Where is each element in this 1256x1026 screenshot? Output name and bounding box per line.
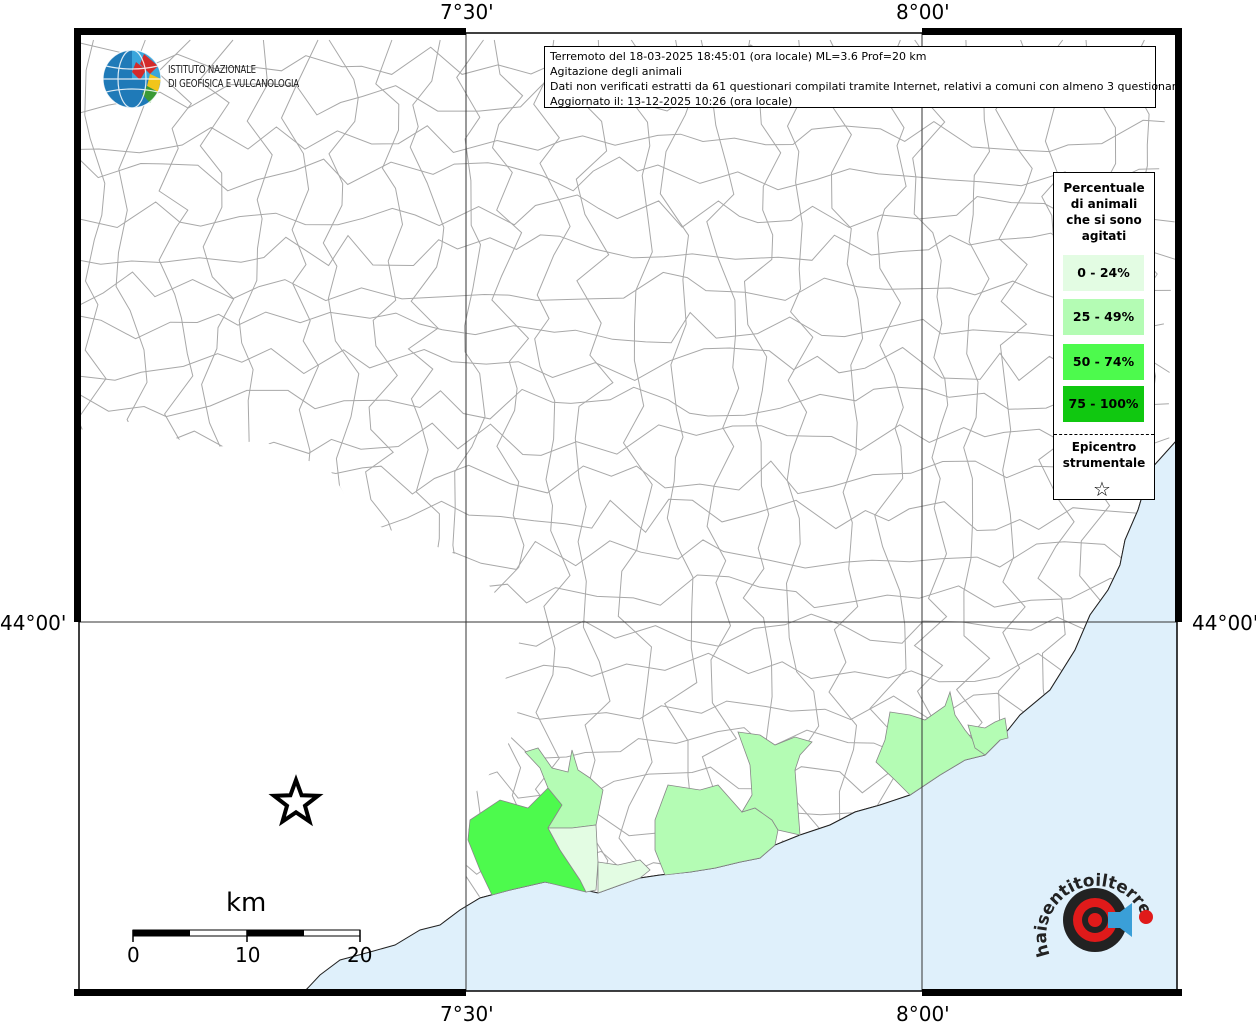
map-subject: Agitazione degli animali: [550, 65, 683, 78]
event-info-box: Terremoto del 18-03-2025 18:45:01 (ora l…: [544, 46, 1183, 108]
legend-class-0: 0 - 24%: [1063, 255, 1144, 291]
ingv-name-line2: DI GEOFISICA E VULCANOLOGIA: [168, 78, 299, 90]
legend-class-1: 25 - 49%: [1063, 299, 1144, 335]
update-date: Aggiornato il: 13-12-2025 10:26 (ora loc…: [550, 95, 793, 108]
lon-label-bottom-1: 7°30': [440, 1002, 494, 1026]
scale-tick-10: 10: [235, 943, 261, 967]
legend-title: Percentuale di animali che si sono agita…: [1054, 180, 1154, 244]
scale-tick-0: 0: [127, 943, 140, 967]
legend-title-line: Percentuale: [1063, 181, 1145, 195]
ingv-name-line1: ISTITUTO NAZIONALE: [168, 64, 256, 76]
hst-logo: haisentitoilterremoto.it: [1011, 840, 1170, 985]
legend-class-3: 75 - 100%: [1063, 386, 1144, 422]
legend-star-icon: ☆: [1093, 477, 1111, 501]
legend-title-line: agitati: [1081, 229, 1127, 243]
legend: Percentuale di animali che si sono agita…: [1053, 172, 1155, 500]
scale-tick-20: 20: [347, 943, 373, 967]
legend-epicenter-line: strumentale: [1062, 456, 1146, 470]
legend-class-2: 50 - 74%: [1063, 344, 1144, 380]
hst-logo-icon: haisentitoilterremoto.it: [1011, 840, 1156, 959]
legend-separator: [1054, 434, 1154, 435]
scale-unit: km: [226, 888, 267, 918]
scale-bar-graphic: [132, 929, 361, 942]
event-header: Terremoto del 18-03-2025 18:45:01 (ora l…: [550, 50, 927, 63]
lon-label-top-1: 7°30': [440, 0, 494, 24]
ingv-globe-icon: [102, 49, 162, 109]
data-note: Dati non verificati estratti da 61 quest…: [550, 80, 1183, 93]
legend-epicenter-label: Epicentro strumentale: [1054, 439, 1154, 471]
lat-label-right: 44°00': [1192, 611, 1256, 635]
legend-title-line: che si sono: [1066, 213, 1142, 227]
lon-label-top-2: 8°00': [896, 0, 950, 24]
legend-title-line: di animali: [1070, 197, 1138, 211]
scale-bar: km 0 10 20: [120, 888, 380, 978]
lat-label-left: 44°00': [0, 611, 67, 635]
ingv-logo: ISTITUTO NAZIONALE DI GEOFISICA E VULCAN…: [100, 48, 320, 112]
lon-label-bottom-2: 8°00': [896, 1002, 950, 1026]
legend-epicenter-line: Epicentro: [1071, 440, 1137, 454]
